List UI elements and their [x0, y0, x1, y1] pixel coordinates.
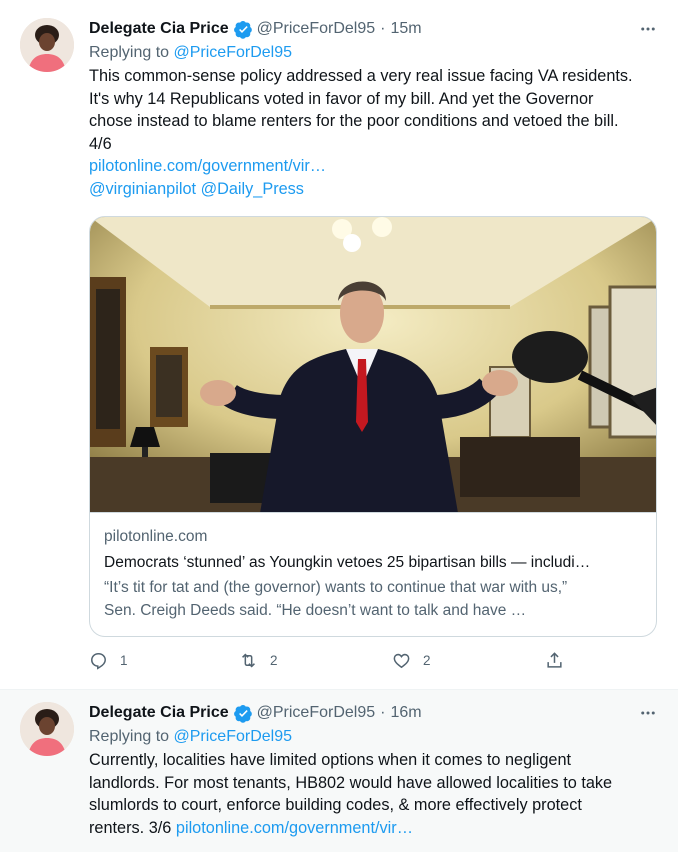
tweet-text-line: landlords. For most tenants, HB802 would… — [89, 773, 613, 792]
reply-button[interactable]: 1 — [89, 651, 128, 670]
verified-badge-icon — [233, 704, 252, 723]
tweet-link[interactable]: pilotonline.com/government/vir… — [89, 155, 659, 178]
retweet-count: 2 — [270, 653, 278, 668]
timestamp[interactable]: 16m — [390, 704, 421, 722]
like-button[interactable]: 2 — [392, 651, 431, 670]
tweet-actions: 1 2 2 — [89, 651, 569, 673]
tweet-link[interactable]: pilotonline.com/government/vir… — [176, 819, 413, 837]
more-icon[interactable] — [636, 18, 660, 40]
timeline: Delegate Cia Price @PriceForDel95 · 15m … — [0, 0, 678, 852]
replying-to-handle[interactable]: @PriceForDel95 — [174, 728, 293, 745]
tweet[interactable]: Delegate Cia Price @PriceForDel95 · 15m … — [0, 0, 678, 690]
like-icon — [393, 653, 410, 669]
card-description-line: Sen. Creigh Deeds said. “He doesn’t want… — [104, 602, 527, 619]
tweet-header: Delegate Cia Price @PriceForDel95 · 16m — [89, 702, 659, 724]
card-title: Democrats ‘stunned’ as Youngkin vetoes 2… — [104, 554, 591, 571]
tweet-text: Currently, localities have limited optio… — [89, 749, 659, 839]
tweet-text-line: chose instead to blame renters for the p… — [89, 112, 619, 131]
tweet-body: Delegate Cia Price @PriceForDel95 · 16m … — [89, 702, 659, 839]
author-handle[interactable]: @PriceForDel95 — [257, 20, 376, 38]
tweet-header: Delegate Cia Price @PriceForDel95 · 15m — [89, 18, 659, 40]
avatar-image — [20, 702, 74, 756]
card-meta: pilotonline.com Democrats ‘stunned’ as Y… — [90, 513, 656, 622]
mention-link[interactable]: @virginianpilot — [89, 180, 196, 198]
tweet-body: Delegate Cia Price @PriceForDel95 · 15m … — [89, 18, 659, 201]
avatar[interactable] — [20, 702, 74, 756]
card-domain: pilotonline.com — [104, 528, 208, 545]
card-description: “It’s tit for tat and (the governor) wan… — [104, 576, 642, 622]
retweet-icon — [242, 653, 255, 668]
like-count: 2 — [423, 653, 431, 668]
more-icon-glyph — [641, 711, 655, 715]
replying-to: Replying to @PriceForDel95 — [89, 726, 659, 748]
tweet-text-line: Currently, localities have limited optio… — [89, 751, 572, 769]
share-button[interactable] — [545, 651, 564, 670]
separator-dot: · — [380, 704, 386, 721]
tweet-text-line: 4/6 — [89, 134, 112, 153]
replying-to-label: Replying to — [89, 44, 170, 61]
link-preview-card[interactable]: pilotonline.com Democrats ‘stunned’ as Y… — [89, 216, 657, 637]
reply-icon — [91, 653, 106, 670]
tweet-text-line: It's why 14 Republicans voted in favor o… — [89, 89, 594, 108]
author-handle[interactable]: @PriceForDel95 — [257, 704, 376, 722]
timestamp[interactable]: 15m — [390, 20, 421, 38]
reply-count: 1 — [120, 653, 128, 668]
tweet-text-line: This common-sense policy addressed a ver… — [89, 67, 633, 85]
share-icon — [547, 652, 562, 668]
card-image[interactable] — [90, 217, 656, 513]
mention-link[interactable]: @Daily_Press — [201, 180, 304, 198]
author-name[interactable]: Delegate Cia Price — [89, 20, 229, 38]
card-description-line: “It’s tit for tat and (the governor) wan… — [104, 579, 568, 596]
replying-to: Replying to @PriceForDel95 — [89, 42, 659, 64]
verified-badge-icon — [233, 20, 252, 39]
tweet-text: This common-sense policy addressed a ver… — [89, 65, 659, 201]
tweet[interactable]: Delegate Cia Price @PriceForDel95 · 16m … — [0, 690, 678, 852]
replying-to-handle[interactable]: @PriceForDel95 — [174, 44, 293, 61]
retweet-button[interactable]: 2 — [239, 651, 278, 670]
avatar[interactable] — [20, 18, 74, 72]
author-name[interactable]: Delegate Cia Price — [89, 704, 229, 722]
replying-to-label: Replying to — [89, 728, 170, 745]
tweet-text-line: renters. 3/6 — [89, 818, 172, 837]
tweet-text-line: slumlords to court, enforce building cod… — [89, 796, 582, 815]
more-icon-glyph — [641, 27, 655, 31]
separator-dot: · — [380, 20, 386, 37]
avatar-image — [20, 18, 74, 72]
card-photo — [90, 217, 656, 512]
more-icon[interactable] — [636, 702, 660, 724]
